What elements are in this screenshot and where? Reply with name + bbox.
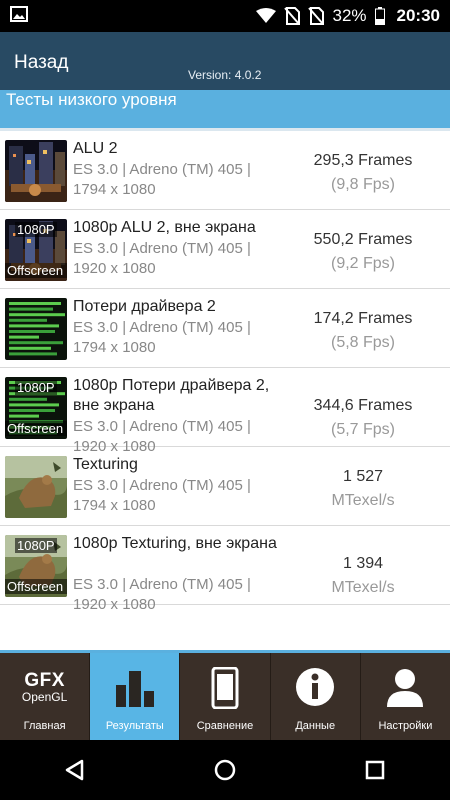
test-title: 1080p Texturing, вне экрана — [73, 535, 277, 552]
person-icon — [385, 667, 425, 712]
thumbnail-resolution-tag: 1080P — [15, 538, 57, 553]
wifi-icon — [256, 8, 277, 24]
test-api-info: ES 3.0 | Adreno (TM) 405 | — [73, 576, 251, 593]
app-screen: 32% 20:30 Назад Version: 4.0.2 Тесты низ… — [0, 0, 450, 800]
test-row[interactable]: 1080P Offscreen 1080p ALU 2, вне экрана ES … — [0, 210, 450, 289]
app-header: Назад Version: 4.0.2 — [0, 32, 450, 90]
test-resolution: 1794 x 1080 — [73, 181, 156, 198]
test-thumbnail: 1080P Offscreen — [5, 219, 67, 281]
thumbnail-offscreen-tag: Offscreen — [5, 421, 67, 436]
tab-label: Сравнение — [196, 720, 254, 732]
test-api-info: ES 3.0 | Adreno (TM) 405 | — [73, 240, 251, 257]
test-score-detail: (5,8 Fps) — [330, 334, 395, 351]
test-thumbnail: 1080P Offscreen — [5, 535, 67, 597]
test-score: 174,2 Frames — [313, 310, 413, 327]
system-navigation-bar — [0, 740, 450, 800]
test-thumbnail — [5, 298, 67, 360]
recents-icon[interactable] — [345, 745, 405, 795]
test-api-info: ES 3.0 | Adreno (TM) 405 | — [73, 477, 251, 494]
test-score-detail: MTexel/s — [331, 492, 395, 509]
test-resolution: 1794 x 1080 — [73, 339, 156, 356]
test-score: 550,2 Frames — [313, 231, 413, 248]
gfx-logo-icon: GFX OpenGL — [22, 671, 67, 703]
info-icon — [295, 667, 335, 712]
test-results-list[interactable]: ALU 2 ES 3.0 | Adreno (TM) 405 | 1794 x 10… — [0, 128, 450, 650]
section-title: Тесты низкого уровня — [6, 90, 177, 109]
gallery-notification-icon — [10, 5, 28, 27]
test-score-detail: (5,7 Fps) — [330, 421, 395, 438]
no-signal-icon — [308, 7, 325, 25]
test-api-info: ES 3.0 | Adreno (TM) 405 | — [73, 418, 251, 435]
thumbnail-resolution-tag: 1080P — [15, 380, 57, 395]
test-score: 295,3 Frames — [313, 152, 413, 169]
bottom-tab-bar: GFX OpenGL Главная Результаты Сравнение Данны… — [0, 650, 450, 740]
test-score: 1 527 — [342, 468, 384, 485]
home-icon[interactable] — [195, 745, 255, 795]
test-row[interactable]: 1080P Offscreen 1080p Потери драйвера 2, в… — [0, 368, 450, 455]
gfx-logo-text: GFX — [24, 670, 65, 691]
tab-person[interactable]: Настройки — [361, 653, 450, 740]
tab-label: Результаты — [105, 720, 164, 732]
tab-label: Главная — [23, 720, 66, 732]
test-resolution: 1794 x 1080 — [73, 497, 156, 514]
test-resolution: 1920 x 1080 — [73, 596, 156, 613]
test-api-info: ES 3.0 | Adreno (TM) 405 | — [73, 319, 251, 336]
test-score-detail: (9,2 Fps) — [330, 255, 395, 272]
test-thumbnail — [5, 140, 67, 202]
no-sim-icon — [284, 7, 301, 25]
tab-label: Данные — [295, 720, 336, 732]
opengl-logo-text: OpenGL — [21, 690, 68, 704]
phone-icon — [211, 666, 239, 714]
tab-bar-chart[interactable]: Результаты — [90, 653, 181, 740]
test-row[interactable]: Texturing ES 3.0 | Adreno (TM) 405 | 1794 … — [0, 447, 450, 526]
clock: 20:30 — [396, 6, 440, 25]
test-title: Texturing — [73, 456, 138, 473]
section-header: Тесты низкого уровня — [0, 90, 450, 128]
test-title: ALU 2 — [73, 140, 118, 157]
test-score: 1 394 — [342, 555, 384, 572]
thumbnail-resolution-tag: 1080P — [15, 222, 57, 237]
tab-phone[interactable]: Сравнение — [180, 653, 271, 740]
test-thumbnail: 1080P Offscreen — [5, 377, 67, 439]
test-resolution: 1920 x 1080 — [73, 260, 156, 277]
thumbnail-offscreen-tag: Offscreen — [5, 263, 67, 278]
back-icon[interactable] — [45, 745, 105, 795]
battery-icon — [374, 7, 385, 25]
tab-info[interactable]: Данные — [271, 653, 361, 740]
tab-gfx-logo[interactable]: GFX OpenGL Главная — [0, 653, 91, 740]
test-score-detail: MTexel/s — [331, 579, 395, 596]
back-button[interactable]: Назад — [14, 52, 68, 74]
test-title: 1080p ALU 2, вне экрана — [73, 219, 256, 236]
test-api-info: ES 3.0 | Adreno (TM) 405 | — [73, 161, 251, 178]
bar-chart-icon — [114, 667, 156, 712]
version-label: Version: 4.0.2 — [188, 68, 262, 82]
thumbnail-offscreen-tag: Offscreen — [5, 579, 67, 594]
tab-label: Настройки — [378, 720, 433, 732]
test-score-detail: (9,8 Fps) — [330, 176, 395, 193]
test-title: Потери драйвера 2 — [73, 298, 216, 315]
test-title: 1080p Потери драйвера 2, вне экрана — [73, 377, 270, 414]
status-bar: 32% 20:30 — [0, 0, 450, 32]
test-row[interactable]: ALU 2 ES 3.0 | Adreno (TM) 405 | 1794 x 10… — [0, 131, 450, 210]
test-row[interactable]: Потери драйвера 2 ES 3.0 | Adreno (TM) 40… — [0, 289, 450, 368]
test-row[interactable]: 1080P Offscreen 1080p Texturing, вне экран… — [0, 526, 450, 613]
test-thumbnail — [5, 456, 67, 518]
battery-percent: 32% — [332, 6, 367, 25]
test-score: 344,6 Frames — [313, 397, 413, 414]
